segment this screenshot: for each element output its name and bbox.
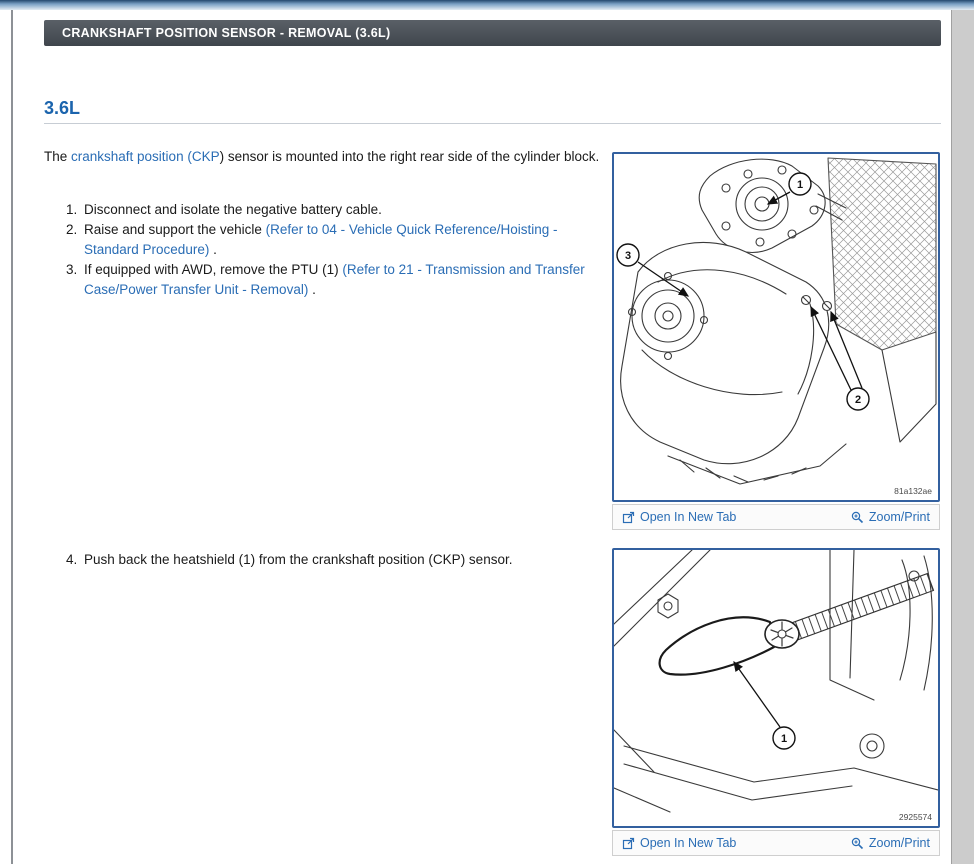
open-in-new-tab-link[interactable]: Open In New Tab [622,510,736,524]
scrollbar-track[interactable] [951,10,974,864]
figure-1-toolbar: Open In New Tab Zoom/Print [612,504,940,530]
step-text: If equipped with AWD, remove the PTU (1) [84,262,342,277]
open-in-new-tab-link[interactable]: Open In New Tab [622,836,736,850]
callout-marker-1: 1 [773,727,795,749]
figure-id-label: 2925574 [899,812,932,822]
link-label: Open In New Tab [640,836,736,850]
step-text: . [308,282,316,297]
figure-1: 1 3 2 81a132ae [612,152,940,502]
step-text: . [209,242,217,257]
procedure-step: 4. Push back the heatshield (1) from the… [66,550,606,570]
step-text: Push back the heatshield (1) from the cr… [84,552,512,567]
article-header-bar: CRANKSHAFT POSITION SENSOR - REMOVAL (3.… [44,20,941,46]
svg-text:2: 2 [855,394,861,406]
svg-text:1: 1 [781,733,787,745]
step-number: 3. [66,260,84,300]
article-title: CRANKSHAFT POSITION SENSOR - REMOVAL (3.… [62,26,390,40]
engine-ptu-diagram[interactable]: 1 3 2 81a132ae [614,154,938,500]
procedure-step-4-wrap: 4. Push back the heatshield (1) from the… [66,550,606,570]
open-in-new-tab-icon [622,511,635,524]
svg-text:3: 3 [625,250,631,262]
figure-id-label: 81a132ae [894,486,932,496]
figure-2-toolbar: Open In New Tab Zoom/Print [612,830,940,856]
callout-marker-2: 2 [847,388,869,410]
intro-paragraph: The crankshaft position (CKP) sensor is … [44,147,604,167]
link-label: Zoom/Print [869,510,930,524]
diagram-art [621,158,936,484]
step-text: Raise and support the vehicle [84,222,266,237]
open-in-new-tab-icon [622,837,635,850]
zoom-print-link[interactable]: Zoom/Print [851,836,930,850]
step-number: 1. [66,200,84,220]
procedure-step: 1. Disconnect and isolate the negative b… [66,200,606,220]
callout-arrows [734,662,780,727]
figure-2: 1 2925574 [612,548,940,828]
procedure-step: 3. If equipped with AWD, remove the PTU … [66,260,606,300]
link-label: Open In New Tab [640,510,736,524]
callout-marker-1: 1 [789,173,811,195]
ckp-sensor-link[interactable]: crankshaft position (CKP [71,149,220,164]
zoom-print-link[interactable]: Zoom/Print [851,510,930,524]
step-number: 4. [66,550,84,570]
heading-divider [44,123,941,124]
window-top-border [0,0,974,10]
callout-marker-3: 3 [617,244,639,266]
zoom-icon [851,837,864,850]
page-left-border [11,10,13,864]
link-label: Zoom/Print [869,836,930,850]
step-text: Disconnect and isolate the negative batt… [84,202,382,217]
section-heading: 3.6L [44,98,80,119]
service-manual-page: CRANKSHAFT POSITION SENSOR - REMOVAL (3.… [0,0,974,864]
diagram-art [614,550,938,812]
step-number: 2. [66,220,84,260]
intro-text: ) sensor is mounted into the right rear … [220,149,600,164]
procedure-step: 2. Raise and support the vehicle (Refer … [66,220,606,260]
svg-text:1: 1 [797,179,803,191]
procedure-list: 1. Disconnect and isolate the negative b… [66,200,606,300]
zoom-icon [851,511,864,524]
ckp-heatshield-diagram[interactable]: 1 2925574 [614,550,938,826]
intro-text: The [44,149,71,164]
